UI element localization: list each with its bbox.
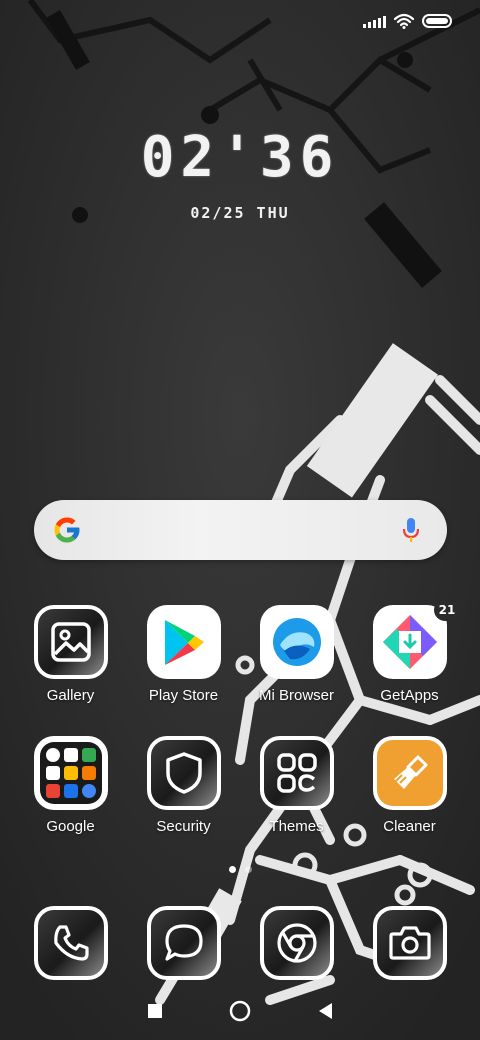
dock <box>0 906 480 980</box>
signal-icon <box>363 14 386 28</box>
recents-button[interactable] <box>135 996 175 1026</box>
app-mi-browser[interactable]: Mi Browser <box>240 605 353 704</box>
dock-phone[interactable] <box>14 906 127 980</box>
dock-messages[interactable] <box>127 906 240 980</box>
app-label: Play Store <box>148 687 219 704</box>
app-label: Gallery <box>46 687 95 704</box>
page-indicator <box>0 866 480 873</box>
app-row-1: Gallery Play Store Mi Browser 21 GetApps <box>0 599 480 704</box>
shield-icon <box>146 736 221 810</box>
wifi-icon <box>394 13 414 29</box>
mic-icon[interactable] <box>401 516 421 544</box>
notification-badge: 21 <box>434 599 460 621</box>
app-getapps[interactable]: 21 GetApps <box>353 599 466 704</box>
gallery-icon <box>33 605 108 679</box>
app-themes[interactable]: Themes <box>240 736 353 835</box>
google-search-bar[interactable] <box>34 500 447 560</box>
back-button[interactable] <box>305 996 345 1026</box>
home-button[interactable] <box>220 996 260 1026</box>
navigation-bar <box>0 996 480 1026</box>
clock-widget[interactable]: 02'36 02/25 THU <box>0 125 480 223</box>
app-row-2: Google Security Themes Cleaner <box>0 736 480 835</box>
clock-date: 02/25 THU <box>190 204 290 222</box>
clock-time: 02'36 <box>140 125 340 190</box>
google-folder-icon <box>33 736 108 810</box>
phone-icon <box>33 906 108 980</box>
status-bar <box>363 10 452 32</box>
page-dot <box>244 866 252 873</box>
camera-icon <box>372 906 447 980</box>
app-label: GetApps <box>380 687 439 704</box>
app-label: Themes <box>269 818 324 835</box>
app-label: Security <box>156 818 211 835</box>
app-label: Cleaner <box>383 818 436 835</box>
app-security[interactable]: Security <box>127 736 240 835</box>
themes-icon <box>259 736 334 810</box>
google-g-icon <box>54 517 80 543</box>
app-label: Google <box>46 818 95 835</box>
chrome-icon <box>259 906 334 980</box>
battery-icon <box>422 14 452 28</box>
home-icon <box>229 1000 251 1022</box>
back-icon <box>319 1003 333 1019</box>
app-cleaner[interactable]: Cleaner <box>353 736 466 835</box>
dock-chrome[interactable] <box>240 906 353 980</box>
app-google-folder[interactable]: Google <box>14 736 127 835</box>
app-label: Mi Browser <box>258 687 334 704</box>
dock-camera[interactable] <box>353 906 466 980</box>
page-dot-active <box>228 866 236 873</box>
app-gallery[interactable]: Gallery <box>14 605 127 704</box>
recents-icon <box>147 1004 162 1018</box>
app-play-store[interactable]: Play Store <box>127 605 240 704</box>
broom-icon <box>372 736 447 810</box>
mi-browser-icon <box>259 605 334 679</box>
play-store-icon <box>146 605 221 679</box>
message-icon <box>146 906 221 980</box>
